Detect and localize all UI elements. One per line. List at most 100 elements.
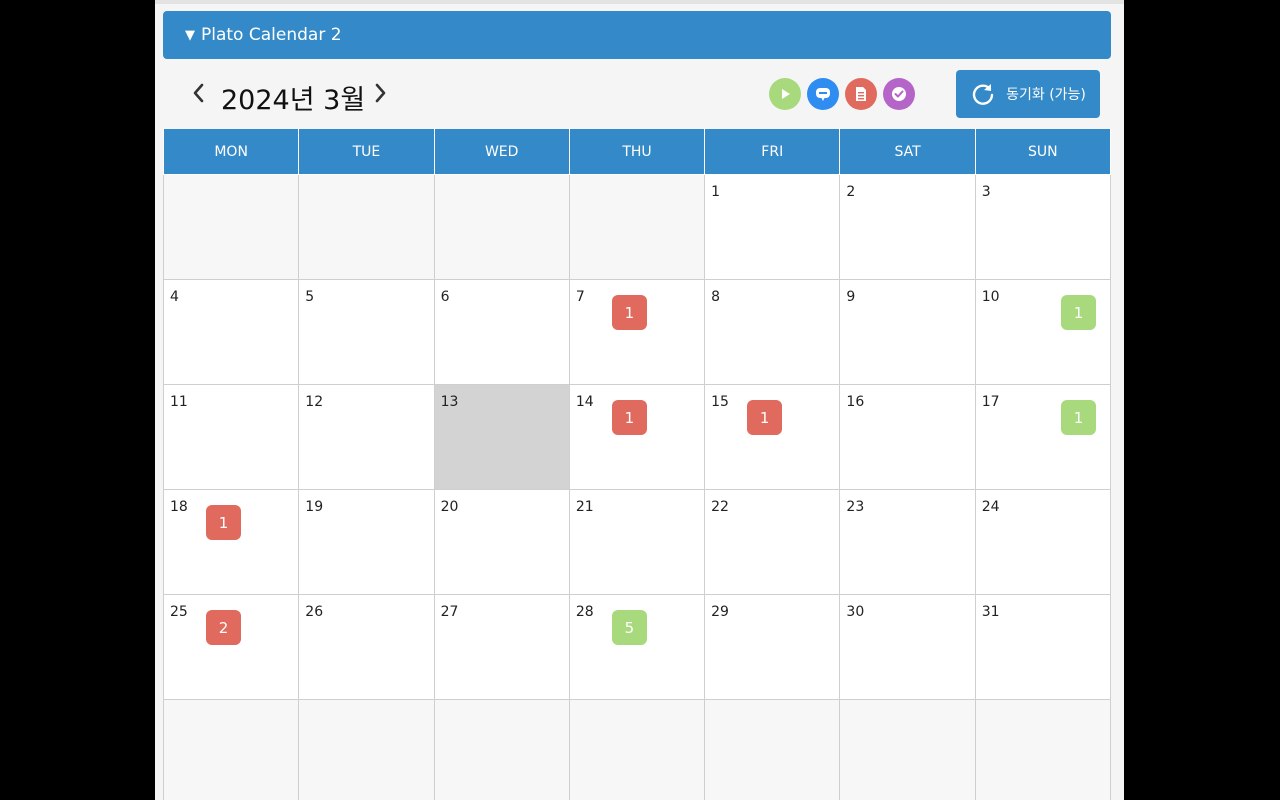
empty-day-cell (433, 174, 570, 280)
day-cell[interactable]: 3 (974, 174, 1112, 280)
event-count-badge[interactable]: 1 (206, 505, 241, 540)
event-count-badge[interactable]: 1 (747, 400, 783, 435)
day-number: 21 (575, 499, 594, 515)
empty-day-cell (568, 699, 706, 800)
day-number: 8 (711, 289, 721, 305)
day-number: 11 (170, 394, 188, 410)
day-number: 9 (846, 289, 856, 305)
day-number: 26 (305, 604, 324, 620)
week-row: 18 1 19 20 21 22 23 24 (162, 489, 1112, 595)
day-cell[interactable]: 31 (974, 594, 1112, 700)
calendar-panel-header[interactable]: ▼ Plato Calendar 2 (163, 11, 1111, 59)
day-cell[interactable]: 8 (704, 279, 841, 385)
prev-month-button[interactable] (187, 80, 211, 108)
weekday-header: FRI (704, 129, 841, 175)
day-number: 6 (440, 289, 450, 305)
day-number: 28 (575, 604, 594, 620)
empty-day-cell (298, 174, 435, 280)
week-row (162, 699, 1112, 800)
weekday-header: MON (162, 129, 300, 175)
day-number: 18 (170, 499, 188, 515)
week-row: 11 12 13 14 1 15 1 16 17 1 (162, 384, 1112, 490)
month-navigation: 2024년 3월 동기화 (가능) (163, 70, 1111, 120)
panel-title: Plato Calendar 2 (201, 25, 342, 45)
day-number: 4 (170, 289, 179, 305)
triangle-down-icon: ▼ (185, 27, 195, 43)
day-number: 19 (305, 499, 324, 515)
day-cell[interactable]: 24 (974, 489, 1112, 595)
empty-day-cell (974, 699, 1112, 800)
day-number: 27 (440, 604, 459, 620)
weekday-header-row: MON TUE WED THU FRI SAT SUN (162, 129, 1112, 175)
day-number: 3 (981, 184, 991, 200)
chevron-left-icon (193, 83, 204, 103)
day-cell[interactable]: 14 1 (568, 384, 706, 490)
day-number: 13 (440, 394, 459, 410)
day-number: 23 (846, 499, 865, 515)
day-number: 29 (711, 604, 729, 620)
weekday-header: WED (433, 129, 570, 175)
day-cell[interactable]: 16 (839, 384, 976, 490)
day-cell[interactable]: 6 (433, 279, 570, 385)
day-number: 7 (575, 289, 585, 305)
empty-day-cell (162, 699, 300, 800)
document-button[interactable] (845, 78, 877, 110)
day-number: 24 (981, 499, 1000, 515)
day-cell[interactable]: 71 (568, 279, 706, 385)
event-count-badge[interactable]: 1 (1061, 400, 1096, 435)
empty-day-cell (298, 699, 435, 800)
day-number: 17 (981, 394, 1000, 410)
day-number: 20 (440, 499, 459, 515)
weekday-header: SUN (974, 129, 1112, 175)
day-cell[interactable]: 15 1 (704, 384, 841, 490)
chat-button[interactable] (807, 78, 839, 110)
day-number: 1 (711, 184, 721, 200)
day-number: 25 (170, 604, 188, 620)
day-cell[interactable]: 1 (704, 174, 841, 280)
calendar-page: ▼ Plato Calendar 2 2024년 3월 동기화 (가능) MON… (155, 0, 1124, 800)
sync-label: 동기화 (가능) (1006, 87, 1086, 103)
day-number: 5 (305, 289, 315, 305)
day-cell[interactable]: 2 (839, 174, 976, 280)
event-count-badge[interactable]: 1 (1061, 295, 1096, 330)
day-cell[interactable]: 28 5 (568, 594, 706, 700)
day-cell[interactable]: 23 (839, 489, 976, 595)
day-number: 31 (981, 604, 1000, 620)
event-count-badge[interactable]: 1 (611, 295, 647, 330)
check-icon (892, 87, 906, 101)
today-cell[interactable]: 13 (433, 384, 570, 490)
sync-button[interactable]: 동기화 (가능) (956, 70, 1100, 118)
day-cell[interactable]: 11 (162, 384, 300, 490)
event-count-badge[interactable]: 5 (611, 610, 647, 645)
day-cell[interactable]: 17 1 (974, 384, 1112, 490)
check-button[interactable] (883, 78, 915, 110)
day-cell[interactable]: 26 (298, 594, 435, 700)
play-button[interactable] (769, 78, 801, 110)
day-cell[interactable]: 9 (839, 279, 976, 385)
day-number: 16 (846, 394, 865, 410)
empty-day-cell (568, 174, 706, 280)
day-cell[interactable]: 27 (433, 594, 570, 700)
week-row: 25 2 26 27 28 5 29 30 31 (162, 594, 1112, 700)
day-cell[interactable]: 30 (839, 594, 976, 700)
day-cell[interactable]: 18 1 (162, 489, 300, 595)
day-cell[interactable]: 25 2 (162, 594, 300, 700)
day-cell[interactable]: 4 (162, 279, 300, 385)
day-number: 30 (846, 604, 865, 620)
chevron-right-icon (375, 83, 386, 103)
chat-icon (816, 88, 830, 101)
event-count-badge[interactable]: 1 (611, 400, 647, 435)
day-cell[interactable]: 12 (298, 384, 435, 490)
day-cell[interactable]: 29 (704, 594, 841, 700)
day-cell[interactable]: 21 (568, 489, 706, 595)
day-cell[interactable]: 22 (704, 489, 841, 595)
day-cell[interactable]: 19 (298, 489, 435, 595)
day-number: 14 (575, 394, 594, 410)
day-cell[interactable]: 20 (433, 489, 570, 595)
day-cell[interactable]: 5 (298, 279, 435, 385)
day-cell[interactable]: 10 1 (974, 279, 1112, 385)
empty-day-cell (704, 699, 841, 800)
event-count-badge[interactable]: 2 (206, 610, 241, 645)
day-number: 12 (305, 394, 324, 410)
next-month-button[interactable] (368, 80, 392, 108)
